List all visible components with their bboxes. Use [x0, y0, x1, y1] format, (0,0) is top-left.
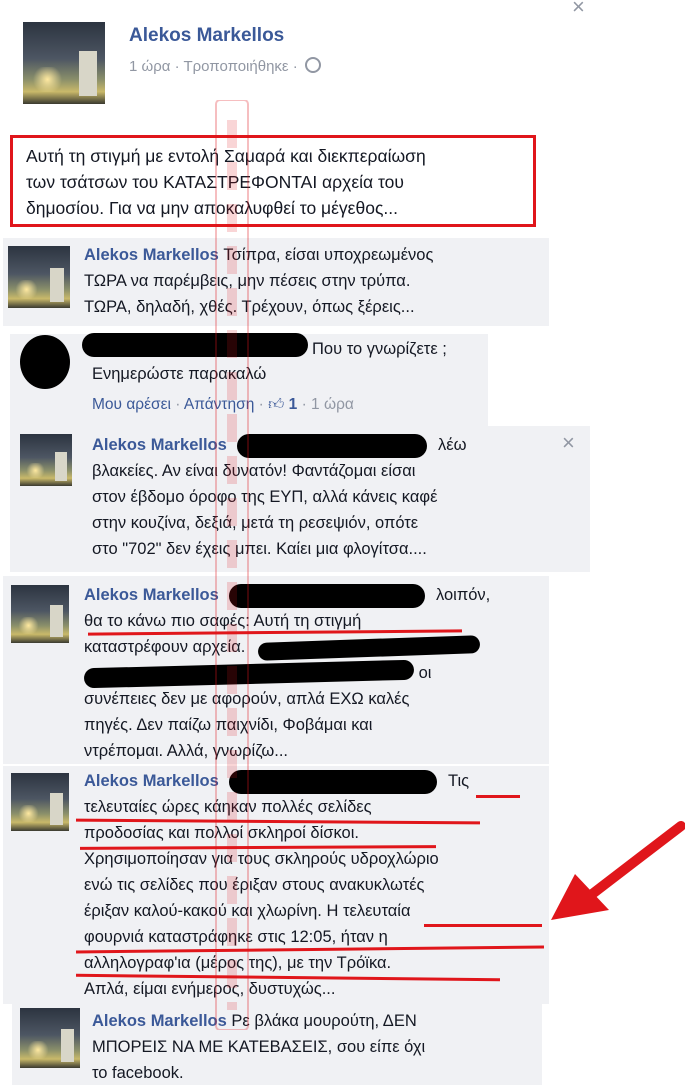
comment-text: Ενημερώστε παρακαλώ: [92, 365, 267, 383]
redacted-avatar: [20, 335, 70, 389]
comment-text: Alekos Markellos λοιπόν, θα το κάνω πιο …: [83, 582, 554, 764]
underline-highlight: [476, 795, 520, 798]
red-arrow-icon: [551, 821, 685, 920]
redacted-text: [83, 659, 415, 688]
comment-text: Alekos Markellos λέω βλακείες. Αν είναι …: [92, 432, 582, 562]
redacted-name: [82, 333, 308, 357]
globe-icon: [304, 57, 321, 73]
like-link[interactable]: Μου αρέσει: [92, 396, 171, 413]
commenter-avatar[interactable]: [20, 1008, 80, 1068]
commenter-name[interactable]: Alekos Markellos: [84, 246, 219, 264]
post-meta: 1 ώρα · Τροποποιήθηκε ·: [129, 57, 321, 75]
comment-text: Alekos Markellos Ρε βλάκα μουρούτη, ΔΕΝ …: [92, 1012, 426, 1082]
comment-text: Alekos Markellos Τις τελευταίες ώρες κάη…: [84, 768, 564, 1002]
close-icon[interactable]: ×: [572, 0, 585, 20]
redacted-text: [257, 634, 481, 661]
commenter-avatar[interactable]: [20, 434, 72, 486]
commenter-name[interactable]: Alekos Markellos: [92, 1012, 227, 1030]
comment-actions: Μου αρέσει · Απάντηση · 👍︎ 1 · 1 ώρα: [92, 396, 354, 413]
redacted-name: [237, 433, 428, 458]
post-author-name[interactable]: Alekos Markellos: [129, 25, 284, 47]
commenter-name[interactable]: Alekos Markellos: [92, 436, 227, 454]
thumbs-up-icon: 👍︎: [268, 396, 285, 413]
comment-time[interactable]: 1 ώρα: [311, 396, 354, 413]
commenter-avatar[interactable]: [8, 246, 70, 308]
commenter-avatar[interactable]: [11, 773, 69, 831]
author-avatar[interactable]: [23, 22, 105, 104]
commenter-avatar[interactable]: [11, 585, 69, 643]
redacted-name: [229, 583, 426, 608]
redacted-name: [229, 769, 438, 794]
post-text: Αυτή τη στιγμή με εντολή Σαμαρά και διεκ…: [26, 146, 426, 218]
likes-count[interactable]: 1: [289, 396, 298, 413]
close-icon[interactable]: ×: [562, 430, 575, 456]
comment-text: Που το γνωρίζετε ;: [312, 340, 447, 358]
post-timestamp: 1 ώρα · Τροποποιήθηκε ·: [129, 58, 298, 75]
commenter-name[interactable]: Alekos Markellos: [84, 586, 219, 604]
underline-highlight: [424, 924, 542, 927]
reply-link[interactable]: Απάντηση: [184, 396, 254, 413]
commenter-name[interactable]: Alekos Markellos: [84, 772, 219, 790]
comment-text: Alekos Markellos Τσίπρα, είσαι υποχρεωμέ…: [84, 246, 434, 316]
